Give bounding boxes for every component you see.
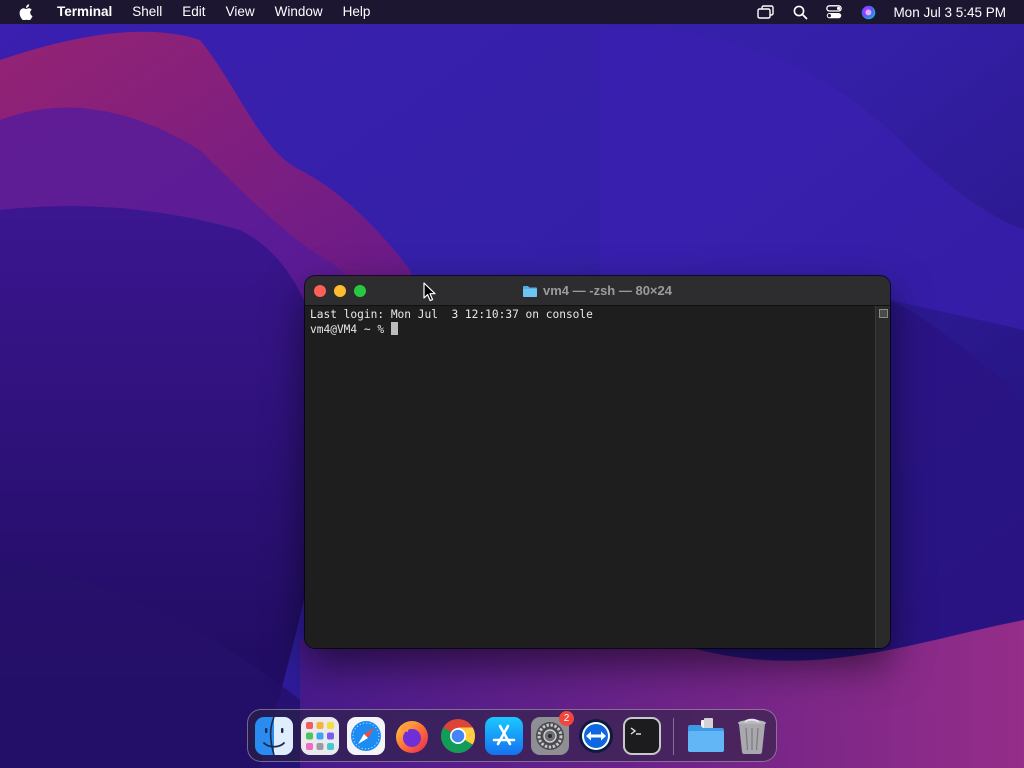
dock-app-teamviewer[interactable] <box>577 717 615 755</box>
apple-menu-icon[interactable] <box>18 4 34 20</box>
dock-app-safari[interactable] <box>347 717 385 755</box>
app-store-icon <box>485 717 523 755</box>
menu-edit[interactable]: Edit <box>172 0 215 24</box>
firefox-icon <box>396 721 428 753</box>
notification-badge: 2 <box>559 711 574 726</box>
menu-bar-right: Mon Jul 3 5:45 PM <box>749 0 1024 24</box>
text-cursor <box>390 322 398 335</box>
folder-icon <box>688 718 724 752</box>
menu-app-terminal[interactable]: Terminal <box>46 0 122 24</box>
terminal-prompt-line[interactable]: vm4@VM4 ~ % <box>310 322 875 336</box>
siri-icon[interactable] <box>859 3 877 21</box>
terminal-line-last-login: Last login: Mon Jul 3 12:10:37 on consol… <box>310 308 593 321</box>
menu-bar-left: Terminal Shell Edit View Window Help <box>0 0 380 24</box>
menu-bar-clock[interactable]: Mon Jul 3 5:45 PM <box>893 5 1006 20</box>
dock: 2 <box>247 709 777 762</box>
teamviewer-icon <box>579 719 613 753</box>
spotlight-search-icon[interactable] <box>791 3 809 21</box>
dock-app-launchpad[interactable] <box>301 717 339 755</box>
window-title-area: vm4 — -zsh — 80×24 <box>305 276 890 305</box>
menu-shell[interactable]: Shell <box>122 0 172 24</box>
terminal-prompt: vm4@VM4 ~ % <box>310 323 391 336</box>
terminal-output[interactable]: Last login: Mon Jul 3 12:10:37 on consol… <box>305 306 875 648</box>
dock-separator <box>673 718 674 755</box>
menu-bar: Terminal Shell Edit View Window Help Mon… <box>0 0 1024 24</box>
dock-app-chrome[interactable] <box>439 717 477 755</box>
screen-mirroring-icon[interactable] <box>757 3 775 21</box>
window-title: vm4 — -zsh — 80×24 <box>543 283 672 298</box>
dock-app-trash[interactable] <box>733 717 771 755</box>
menu-help[interactable]: Help <box>333 0 381 24</box>
folder-icon <box>523 285 537 297</box>
control-center-icon[interactable] <box>825 3 843 21</box>
menu-view[interactable]: View <box>216 0 265 24</box>
dock-app-terminal[interactable] <box>623 717 661 755</box>
finder-icon <box>255 716 293 756</box>
dock-app-finder[interactable] <box>255 716 293 756</box>
dock-app-downloads-folder[interactable] <box>687 717 725 755</box>
launchpad-icon <box>301 717 339 755</box>
dock-app-app-store[interactable] <box>485 717 523 755</box>
window-titlebar[interactable]: vm4 — -zsh — 80×24 <box>305 276 890 306</box>
vertical-scrollbar[interactable] <box>875 306 890 648</box>
dock-app-firefox[interactable] <box>393 717 431 755</box>
trash-icon <box>738 718 766 754</box>
scrollbar-thumb[interactable] <box>879 309 888 318</box>
mouse-pointer-icon <box>423 282 436 302</box>
terminal-window: vm4 — -zsh — 80×24 Last login: Mon Jul 3… <box>305 276 890 648</box>
chrome-icon <box>441 719 475 753</box>
safari-icon <box>347 717 385 755</box>
terminal-icon <box>623 717 661 755</box>
menu-window[interactable]: Window <box>265 0 333 24</box>
dock-app-system-preferences[interactable]: 2 <box>531 711 574 755</box>
